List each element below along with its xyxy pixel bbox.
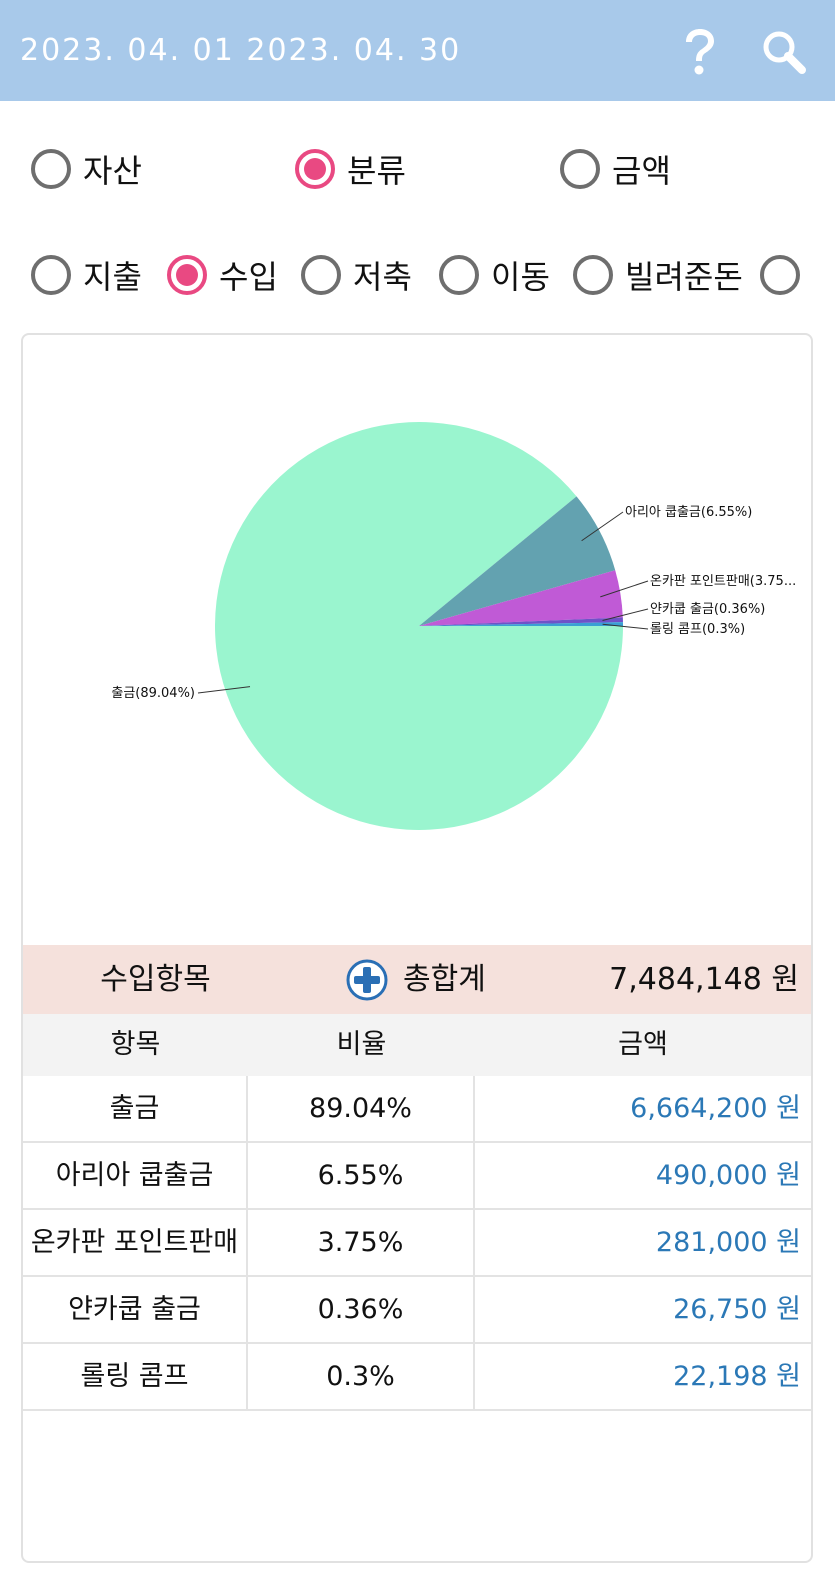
type-transfer[interactable]: 이동 — [439, 240, 550, 310]
radio-label: 이동 — [491, 258, 550, 296]
table-row[interactable]: 아리아 쿱출금 6.55% 490,000 원 — [23, 1143, 811, 1210]
table-header: 항목 비율 금액 — [23, 1014, 811, 1076]
question-mark-icon — [686, 29, 714, 75]
radio-amount[interactable] — [560, 149, 600, 189]
pie-chart-svg: 출금(89.04%) 아리아 쿱출금(6.55%) 온카판 포인트판매(3.75..… — [111, 422, 796, 831]
radio-transfer[interactable] — [439, 255, 479, 295]
cell-ratio: 0.3% — [248, 1344, 475, 1409]
cell-ratio: 6.55% — [248, 1143, 475, 1208]
table-row[interactable]: 온카판 포인트판매 3.75% 281,000 원 — [23, 1210, 811, 1277]
search-button[interactable] — [756, 24, 812, 80]
cell-amount: 281,000 원 — [655, 1227, 801, 1258]
date-range[interactable]: 2023. 04. 01 2023. 04. 30 — [20, 28, 461, 74]
type-lent-money[interactable]: 빌려준돈 — [573, 240, 743, 310]
radio-more[interactable] — [760, 255, 800, 295]
type-saving[interactable]: 저축 — [301, 240, 412, 310]
total-value: 7,484,148 원 — [609, 962, 799, 997]
pie-label: 롤링 콤프(0.3%) — [650, 622, 745, 637]
cell-amount: 490,000 원 — [655, 1160, 801, 1191]
radio-label: 자산 — [83, 152, 142, 190]
cell-amount: 22,198 원 — [673, 1361, 801, 1392]
app-header: 2023. 04. 01 2023. 04. 30 — [0, 0, 835, 101]
group-by-amount[interactable]: 금액 — [560, 134, 671, 204]
type-filter-options: 지출 수입 저축 이동 빌려준돈 — [0, 240, 835, 310]
radio-label: 분류 — [347, 152, 406, 190]
radio-label: 지출 — [83, 258, 142, 296]
group-by-asset[interactable]: 자산 — [31, 134, 142, 204]
group-by-options: 자산 분류 금액 — [0, 134, 835, 204]
cell-name: 온카판 포인트판매 — [23, 1210, 248, 1275]
plus-circle-icon — [346, 959, 388, 1001]
cell-amount: 26,750 원 — [673, 1294, 801, 1325]
help-button[interactable] — [672, 24, 728, 80]
radio-saving[interactable] — [301, 255, 341, 295]
pie-label: 얀카쿱 출금(0.36%) — [650, 602, 765, 617]
total-label: 총합계 — [403, 962, 486, 997]
group-by-category[interactable]: 분류 — [295, 134, 406, 204]
table-row[interactable]: 얀카쿱 출금 0.36% 26,750 원 — [23, 1277, 811, 1344]
pie-chart: 출금(89.04%) 아리아 쿱출금(6.55%) 온카판 포인트판매(3.75..… — [23, 335, 811, 945]
cell-name: 출금 — [23, 1076, 248, 1141]
cell-name: 얀카쿱 출금 — [23, 1277, 248, 1342]
cell-ratio: 89.04% — [248, 1076, 475, 1141]
table-row[interactable]: 출금 89.04% 6,664,200 원 — [23, 1076, 811, 1143]
radio-expense[interactable] — [31, 255, 71, 295]
summary-title: 수입항목 — [100, 962, 211, 997]
radio-label: 저축 — [353, 258, 412, 296]
radio-label: 수입 — [219, 258, 278, 296]
type-more[interactable] — [760, 240, 800, 310]
pie-label: 출금(89.04%) — [111, 686, 195, 701]
radio-label: 금액 — [612, 152, 671, 190]
type-income[interactable]: 수입 — [167, 240, 278, 310]
magnifier-icon — [763, 31, 806, 74]
type-expense[interactable]: 지출 — [31, 240, 142, 310]
summary-bar: 수입항목 총합계 7,484,148 원 — [23, 945, 811, 1014]
radio-category[interactable] — [295, 149, 335, 189]
pie-label: 온카판 포인트판매(3.75... — [650, 574, 796, 589]
radio-income[interactable] — [167, 255, 207, 295]
table-body: 출금 89.04% 6,664,200 원 아리아 쿱출금 6.55% 490,… — [23, 1076, 811, 1411]
cell-name: 롤링 콤프 — [23, 1344, 248, 1409]
cell-name: 아리아 쿱출금 — [23, 1143, 248, 1208]
cell-ratio: 3.75% — [248, 1210, 475, 1275]
radio-asset[interactable] — [31, 149, 71, 189]
header-amount: 금액 — [618, 1029, 668, 1060]
cell-ratio: 0.36% — [248, 1277, 475, 1342]
cell-amount: 6,664,200 원 — [630, 1093, 801, 1124]
radio-label: 빌려준돈 — [625, 258, 743, 296]
add-button[interactable] — [346, 959, 388, 1001]
stats-card: 출금(89.04%) 아리아 쿱출금(6.55%) 온카판 포인트판매(3.75..… — [21, 333, 813, 1563]
table-row[interactable]: 롤링 콤프 0.3% 22,198 원 — [23, 1344, 811, 1411]
header-ratio: 비율 — [336, 1029, 387, 1060]
pie-label: 아리아 쿱출금(6.55%) — [625, 505, 752, 520]
radio-lent-money[interactable] — [573, 255, 613, 295]
header-item: 항목 — [110, 1029, 161, 1060]
